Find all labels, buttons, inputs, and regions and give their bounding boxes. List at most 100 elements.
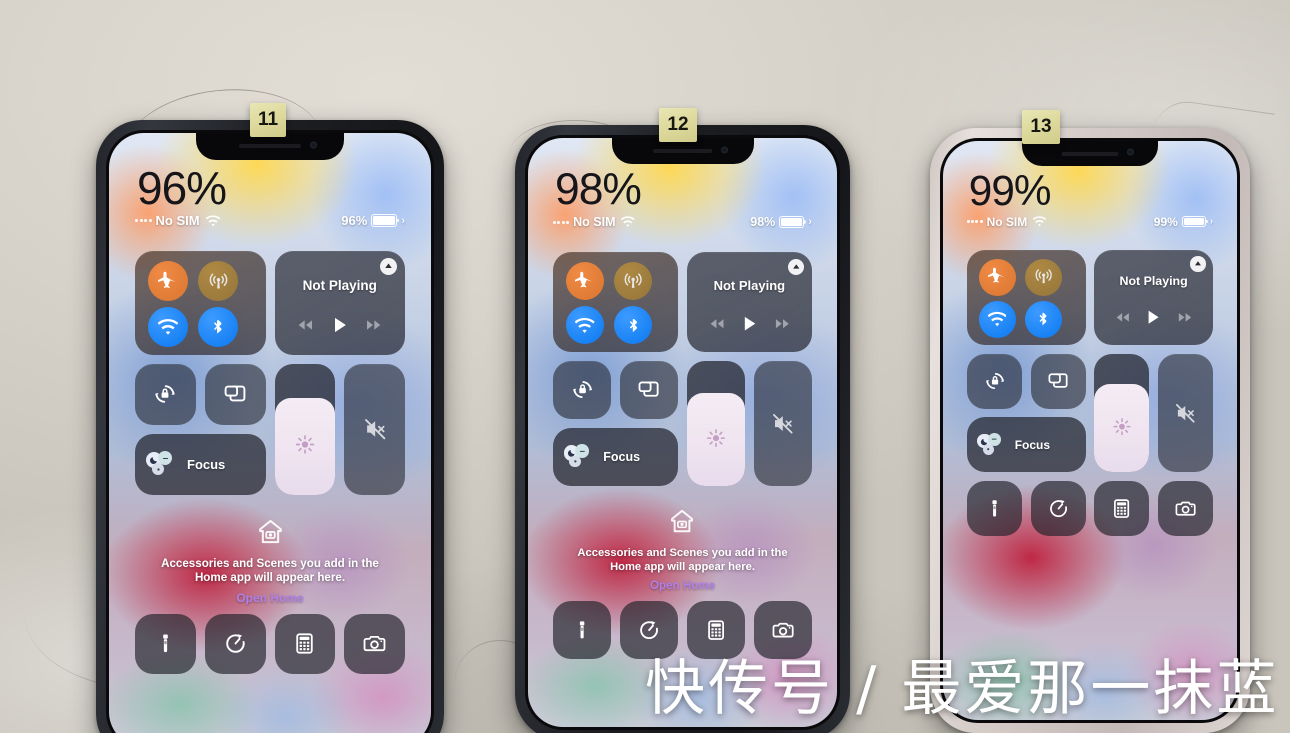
screen-mirroring-tile[interactable] bbox=[1030, 353, 1086, 409]
phone-bezel: 99% No SIM 99% › Not Playing Focus bbox=[940, 138, 1240, 723]
focus-label: Focus bbox=[187, 456, 226, 472]
status-bar-left: No SIM bbox=[553, 215, 635, 229]
open-home-link[interactable]: Open Home bbox=[528, 579, 837, 592]
timer-icon bbox=[638, 619, 660, 641]
calculator-button[interactable] bbox=[274, 613, 336, 675]
earpiece-speaker bbox=[652, 148, 713, 153]
shortcut-row[interactable] bbox=[966, 480, 1214, 537]
battery-percent-overlay: 98% bbox=[555, 165, 642, 214]
cellular-data-button[interactable] bbox=[613, 261, 653, 301]
mute-tile[interactable] bbox=[344, 364, 405, 495]
brightness-slider[interactable] bbox=[1094, 353, 1150, 473]
timer-button[interactable] bbox=[1030, 480, 1086, 537]
rewind-icon[interactable] bbox=[710, 316, 725, 331]
status-bar-right: 99% › bbox=[1154, 215, 1213, 229]
airplay-icon[interactable] bbox=[380, 258, 397, 275]
fast-forward-icon[interactable] bbox=[1177, 310, 1192, 325]
home-section[interactable]: Accessories and Scenes you add in the Hom… bbox=[109, 518, 431, 605]
now-playing-tile[interactable]: Not Playing bbox=[1094, 249, 1214, 346]
fast-forward-icon[interactable] bbox=[774, 316, 789, 331]
screen-mirroring-icon bbox=[637, 378, 660, 401]
watermark: 快传号 / 最爱那一抹蓝 bbox=[645, 654, 1280, 724]
flashlight-button[interactable] bbox=[135, 613, 196, 675]
bluetooth-button[interactable] bbox=[198, 307, 238, 347]
sticky-label-text: 11 bbox=[257, 109, 279, 130]
brightness-slider[interactable] bbox=[274, 364, 336, 495]
media-controls[interactable] bbox=[687, 314, 812, 333]
mute-tile[interactable] bbox=[753, 360, 812, 486]
camera-icon bbox=[772, 619, 794, 641]
flashlight-button[interactable] bbox=[966, 480, 1023, 537]
bluetooth-button[interactable] bbox=[613, 305, 653, 345]
focus-icon bbox=[563, 443, 595, 470]
phone-screen[interactable]: 99% No SIM 99% › Not Playing Focus bbox=[943, 141, 1237, 720]
screen-mirroring-tile[interactable] bbox=[204, 364, 266, 425]
connectivity-tile[interactable] bbox=[553, 251, 679, 353]
play-icon[interactable] bbox=[740, 314, 759, 333]
focus-tile[interactable]: Focus bbox=[966, 417, 1086, 473]
flashlight-icon bbox=[984, 498, 1005, 519]
camera-button[interactable] bbox=[1157, 480, 1214, 537]
signal-dots-icon bbox=[553, 220, 570, 224]
wifi-button[interactable] bbox=[148, 307, 188, 347]
carrier-label: No SIM bbox=[986, 214, 1028, 229]
airplay-icon[interactable] bbox=[787, 258, 805, 275]
focus-tile[interactable]: Focus bbox=[553, 427, 679, 486]
earpiece-speaker bbox=[1061, 151, 1119, 156]
control-center[interactable]: 96% No SIM 96% › Not Playing Focus Acces… bbox=[109, 133, 431, 733]
now-playing-tile[interactable]: Not Playing bbox=[274, 251, 406, 355]
wifi-icon bbox=[621, 215, 635, 229]
battery-icon bbox=[779, 216, 807, 229]
wifi-icon bbox=[205, 214, 220, 228]
rotation-lock-tile[interactable] bbox=[135, 364, 196, 425]
airplane-mode-button[interactable] bbox=[978, 258, 1016, 296]
play-icon[interactable] bbox=[330, 315, 350, 335]
screen-mirroring-tile[interactable] bbox=[619, 360, 679, 420]
control-center[interactable]: 98% No SIM 98% › Not Playing Focus Acces… bbox=[528, 138, 837, 727]
rewind-icon[interactable] bbox=[298, 317, 314, 333]
mute-tile[interactable] bbox=[1157, 353, 1214, 473]
wifi-button[interactable] bbox=[978, 301, 1016, 338]
now-playing-title: Not Playing bbox=[302, 278, 377, 293]
focus-tile[interactable]: Focus bbox=[135, 433, 266, 495]
flashlight-button[interactable] bbox=[553, 600, 612, 659]
screen-mirroring-icon bbox=[223, 382, 247, 406]
connectivity-tile[interactable] bbox=[135, 251, 266, 355]
rotation-lock-tile[interactable] bbox=[553, 360, 612, 420]
phone-1[interactable]: 96% No SIM 96% › Not Playing Focus Acces… bbox=[96, 120, 444, 733]
media-controls[interactable] bbox=[275, 315, 406, 335]
calculator-button[interactable] bbox=[1094, 480, 1150, 537]
brightness-icon bbox=[706, 428, 726, 448]
media-controls[interactable] bbox=[1094, 308, 1213, 326]
home-section[interactable]: Accessories and Scenes you add in the Hom… bbox=[528, 508, 837, 592]
cellular-data-button[interactable] bbox=[1024, 258, 1062, 296]
status-bar: No SIM 98% › bbox=[528, 215, 837, 229]
calculator-icon bbox=[293, 632, 316, 655]
connectivity-tile[interactable] bbox=[966, 249, 1086, 346]
wifi-button[interactable] bbox=[565, 305, 605, 345]
home-empty-text: Accessories and Scenes you add in the Hom… bbox=[161, 556, 379, 585]
battery-percent-overlay: 96% bbox=[137, 162, 227, 214]
open-home-link[interactable]: Open Home bbox=[109, 591, 431, 605]
rewind-icon[interactable] bbox=[1116, 310, 1131, 325]
bluetooth-button[interactable] bbox=[1024, 301, 1062, 338]
shortcut-row[interactable] bbox=[135, 613, 405, 675]
play-icon[interactable] bbox=[1144, 308, 1162, 326]
phone-screen[interactable]: 96% No SIM 96% › Not Playing Focus Acces… bbox=[109, 133, 431, 733]
airplane-mode-button[interactable] bbox=[148, 261, 188, 301]
fast-forward-icon[interactable] bbox=[365, 317, 381, 333]
home-icon bbox=[669, 508, 695, 534]
signal-dots-icon bbox=[966, 220, 983, 223]
airplane-mode-button[interactable] bbox=[565, 261, 605, 301]
timer-button[interactable] bbox=[204, 613, 266, 675]
notch bbox=[1022, 141, 1158, 166]
control-center[interactable]: 99% No SIM 99% › Not Playing Focus bbox=[943, 141, 1237, 720]
rotation-lock-tile[interactable] bbox=[966, 353, 1023, 409]
cellular-data-button[interactable] bbox=[198, 261, 238, 301]
camera-button[interactable] bbox=[344, 613, 405, 675]
airplay-icon[interactable] bbox=[1190, 255, 1206, 272]
now-playing-tile[interactable]: Not Playing bbox=[686, 251, 812, 353]
status-bar-right: 96% › bbox=[341, 213, 405, 228]
phone-screen[interactable]: 98% No SIM 98% › Not Playing Focus Acces… bbox=[528, 138, 837, 727]
brightness-slider[interactable] bbox=[686, 360, 746, 486]
